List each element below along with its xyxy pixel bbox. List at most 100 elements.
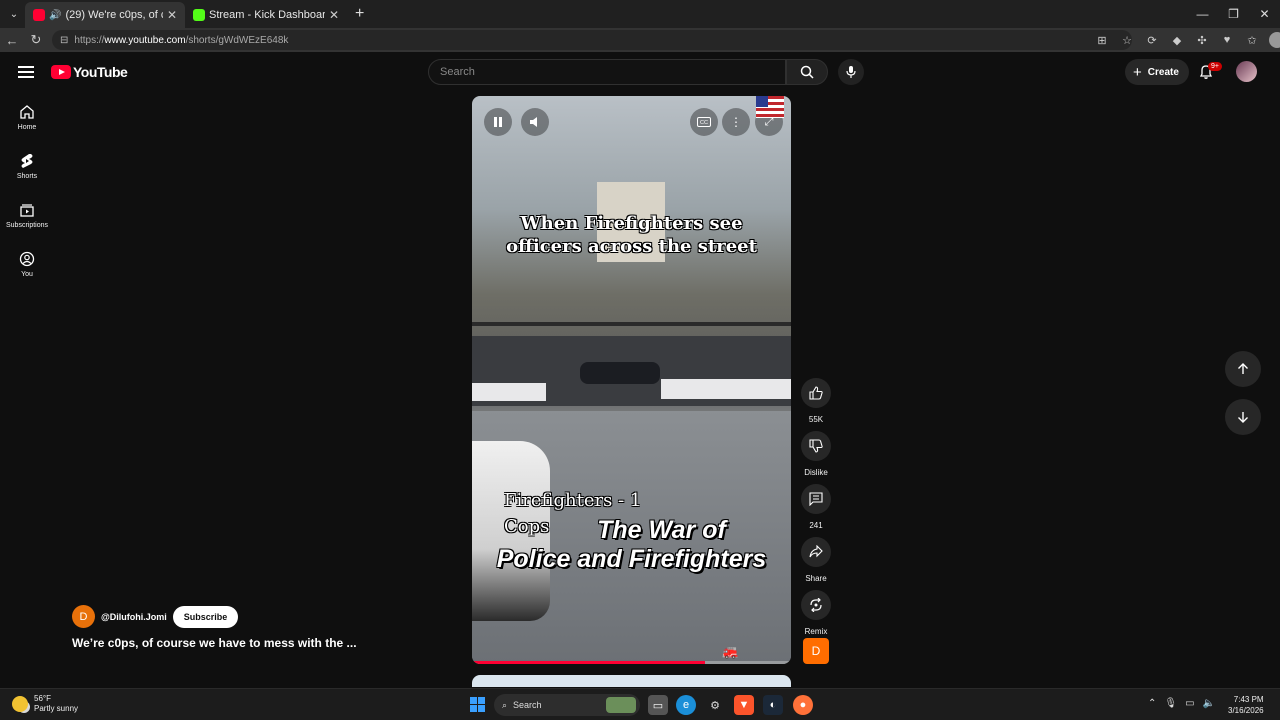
arrow-down-icon	[1238, 412, 1248, 423]
app-available-icon[interactable]: ⊞	[1094, 32, 1110, 48]
captions-button[interactable]: CC	[690, 108, 718, 136]
channel-handle[interactable]: @Dilufohi.Jomi	[101, 612, 167, 622]
share-button[interactable]: Share	[798, 537, 834, 583]
next-short-preview[interactable]	[472, 675, 791, 687]
weather-widget[interactable]: 56°F Partly sunny	[12, 694, 78, 714]
shorts-video-player[interactable]: When Firefighters see officers across th…	[472, 96, 791, 664]
comments-button[interactable]: 241	[798, 484, 834, 530]
volume-tray-icon[interactable]: 🔈	[1203, 698, 1215, 709]
video-frame-fence	[472, 322, 791, 326]
dislike-circle[interactable]	[801, 431, 831, 461]
title-overlay-line2: Police and Firefighters	[496, 545, 767, 573]
search-input[interactable]: Search	[428, 59, 786, 85]
edge-browser-icon[interactable]: e	[676, 695, 696, 715]
sidebar-item-label: Shorts	[16, 173, 38, 180]
sidebar-item-you[interactable]: You	[0, 239, 54, 288]
back-button[interactable]: ←	[0, 33, 24, 48]
remix-button[interactable]: Remix	[798, 590, 834, 636]
firefox-icon[interactable]: ●	[793, 695, 813, 715]
clock-date: 3/16/2026	[1228, 706, 1264, 715]
window-controls: — ❐ ✕	[1187, 0, 1280, 28]
remix-circle[interactable]	[801, 590, 831, 620]
extension-diamond-icon[interactable]: ◆	[1169, 32, 1185, 48]
voice-search-button[interactable]	[838, 59, 864, 85]
sidebar-item-label: Home	[17, 124, 37, 131]
minimize-button[interactable]: —	[1187, 0, 1218, 28]
share-label: Share	[805, 574, 827, 583]
score-line-firefighters: Firefighters - 1	[504, 490, 642, 511]
speaker-icon[interactable]: 🔊	[49, 10, 61, 21]
extensions-puzzle-icon[interactable]: ✣	[1194, 32, 1210, 48]
share-circle[interactable]	[801, 537, 831, 567]
browser-tab-bar: ⌄ 🔊 (29) We're c0ps, of course we ✕ Stre…	[0, 0, 1280, 28]
refresh-extension-icon[interactable]: ⟳	[1144, 32, 1160, 48]
comments-circle[interactable]	[801, 484, 831, 514]
close-tab-icon[interactable]: ✕	[167, 8, 177, 22]
more-options-button[interactable]: ⋮	[722, 108, 750, 136]
dislike-button[interactable]: Dislike	[798, 431, 834, 477]
task-view-icon[interactable]: ▭	[648, 695, 668, 715]
volume-button[interactable]	[521, 108, 549, 136]
account-avatar[interactable]	[1236, 61, 1257, 82]
partly-sunny-icon	[12, 696, 28, 712]
steam-icon[interactable]: ◐	[763, 695, 783, 715]
system-clock[interactable]: 7:43 PM 3/16/2026	[1228, 694, 1264, 716]
create-button[interactable]: + Create	[1125, 59, 1189, 85]
notification-count-badge: 9+	[1208, 62, 1222, 71]
microphone-tray-icon[interactable]: 🎙	[1164, 698, 1177, 709]
channel-avatar[interactable]: D	[72, 605, 95, 628]
tab-kick[interactable]: Stream - Kick Dashboard ✕	[185, 2, 347, 28]
favorites-icon[interactable]: ✩	[1244, 32, 1260, 48]
start-button[interactable]	[470, 697, 485, 712]
guide-menu-icon[interactable]	[18, 66, 34, 78]
captions-icon: CC	[697, 117, 711, 127]
refresh-button[interactable]: ↻	[24, 32, 48, 48]
pause-icon	[494, 117, 502, 127]
short-title[interactable]: We’re c0ps, of course we have to mess wi…	[72, 636, 357, 650]
thumbs-up-icon	[809, 386, 823, 400]
previous-short-button[interactable]	[1225, 351, 1261, 387]
home-icon	[20, 105, 34, 119]
channel-avatar-square[interactable]: D	[803, 638, 829, 664]
next-short-button[interactable]	[1225, 399, 1261, 435]
restore-button[interactable]: ❐	[1218, 0, 1249, 28]
tab-actions-menu-button[interactable]: ⌄	[3, 3, 25, 25]
remix-icon	[810, 598, 822, 612]
taskbar-search[interactable]: ⌕ Search	[494, 694, 640, 716]
browser-essentials-icon[interactable]: ♥	[1219, 32, 1235, 48]
app-settings-icon[interactable]: ⚙	[705, 695, 725, 715]
microphone-icon	[846, 66, 856, 78]
taskbar-search-label: Search	[513, 700, 542, 710]
close-tab-icon[interactable]: ✕	[329, 8, 339, 22]
url-field[interactable]: ⊟ https://www.youtube.com/shorts/gWdWEzE…	[52, 30, 1132, 50]
search-button[interactable]	[786, 59, 828, 85]
close-window-button[interactable]: ✕	[1249, 0, 1280, 28]
weather-temperature: 56°F	[34, 694, 51, 703]
pause-button[interactable]	[484, 108, 512, 136]
video-progress-bar[interactable]	[472, 661, 791, 664]
subscribe-button[interactable]: Subscribe	[172, 605, 239, 628]
network-icon[interactable]: ▭	[1185, 698, 1194, 709]
tray-overflow-chevron-icon[interactable]: ⌃	[1148, 698, 1156, 709]
sidebar-item-shorts[interactable]: Shorts	[0, 141, 54, 190]
profile-avatar-icon[interactable]	[1269, 32, 1280, 48]
tab-youtube[interactable]: 🔊 (29) We're c0ps, of course we ✕	[25, 2, 185, 28]
address-bar-row: ← ↻ ⊟ https://www.youtube.com/shorts/gWd…	[0, 28, 1280, 52]
shorts-action-rail: 55K Dislike 241 Share Remix	[798, 378, 834, 643]
search-icon	[800, 65, 814, 79]
svg-text:CC: CC	[700, 120, 708, 126]
new-tab-button[interactable]: +	[355, 5, 364, 23]
like-count: 55K	[808, 415, 824, 424]
site-info-icon[interactable]: ⊟	[60, 35, 68, 46]
volume-icon	[530, 117, 537, 127]
video-caption-text: When Firefighters see officers across th…	[506, 213, 757, 257]
like-circle[interactable]	[801, 378, 831, 408]
sidebar-item-home[interactable]: Home	[0, 92, 54, 141]
youtube-favicon-icon	[33, 9, 45, 21]
like-button[interactable]: 55K	[798, 378, 834, 424]
sidebar-item-subscriptions[interactable]: Subscriptions	[0, 190, 54, 239]
youtube-logo[interactable]: YouTube	[51, 64, 128, 80]
favorite-star-icon[interactable]: ☆	[1119, 32, 1135, 48]
brave-browser-icon[interactable]: ▼	[734, 695, 754, 715]
shorts-icon	[21, 154, 33, 168]
